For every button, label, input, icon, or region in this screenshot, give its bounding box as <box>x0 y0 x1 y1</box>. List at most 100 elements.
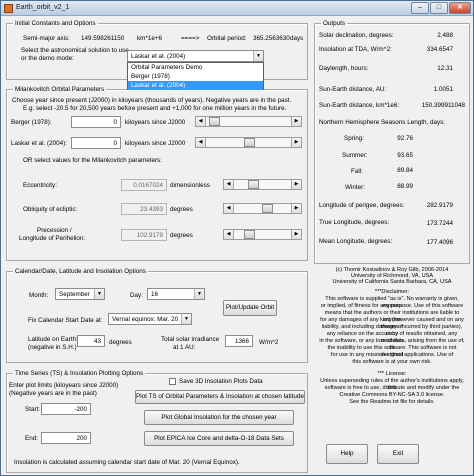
period-label: Orbital period: <box>207 35 247 42</box>
chevron-down-icon[interactable]: ▼ <box>253 51 263 61</box>
save-3d-data-label: Save 3D Insolation Plots Data <box>179 378 263 385</box>
fix-start-label: Fix Calendar Start Date at: <box>28 317 103 324</box>
spring-value: 92.76 <box>397 135 413 142</box>
close-button[interactable]: ✕ <box>449 2 471 14</box>
day-select[interactable]: 16 ▼ <box>147 288 205 300</box>
slider-thumb[interactable] <box>262 204 273 213</box>
summer-label: Summer: <box>342 152 368 159</box>
slider-thumb[interactable] <box>248 180 259 189</box>
toa-value: 334.6547 <box>426 46 453 53</box>
select-demo-label: or the demo mode: <box>21 55 74 62</box>
matlab-app-icon <box>4 4 13 13</box>
perihelion-label: Longitude of Perihelion: <box>19 235 86 242</box>
eccentricity-slider[interactable]: ◀ ▶ <box>223 179 302 190</box>
slider-thumb[interactable] <box>244 138 255 147</box>
dropdown-option-laskar[interactable]: Laskar et al. (2004) <box>128 81 263 90</box>
slider-right-arrow-icon[interactable]: ▶ <box>291 180 301 189</box>
daylength-label: Daylength, hours: <box>319 65 369 72</box>
chevron-down-icon[interactable]: ▼ <box>194 289 204 299</box>
chevron-down-icon[interactable]: ▼ <box>181 314 191 324</box>
solution-dropdown-list[interactable]: Orbital Parameters Demo Berger (1978) La… <box>127 62 264 90</box>
slider-left-arrow-icon[interactable]: ◀ <box>196 138 206 147</box>
slider-thumb[interactable] <box>209 117 220 126</box>
dropdown-option-demo[interactable]: Orbital Parameters Demo <box>128 63 263 72</box>
laskar-unit: kiloyears since J2000 <box>125 140 186 147</box>
slider-left-arrow-icon[interactable]: ◀ <box>224 180 234 189</box>
fix-start-select[interactable]: Vernal equinox: Mar. 20 ▼ <box>108 313 192 325</box>
license-line: software is free to use, distribute and … <box>324 385 460 391</box>
laskar-year-slider[interactable]: ◀ ▶ <box>195 137 302 148</box>
slider-right-arrow-icon[interactable]: ▶ <box>291 117 301 126</box>
obliquity-unit: degrees <box>170 206 193 213</box>
tsi-input[interactable]: 1366 <box>225 335 253 347</box>
latitude-label: Latitude on Earth: <box>28 336 78 343</box>
milankovitch-intro-2: E.g. select -20.5 for 20,500 years befor… <box>23 105 287 112</box>
latitude-input[interactable]: 43 <box>77 335 105 347</box>
help-button[interactable]: Help <box>326 444 368 464</box>
obliquity-label: Obliquity of ecliptic: <box>23 206 78 213</box>
obliquity-input[interactable]: 23.4393 <box>121 203 167 215</box>
sun-earth-km-label: Sun-Earth distance, km*1e6: <box>319 102 400 109</box>
mean-longitude-value: 177.4096 <box>426 239 453 246</box>
month-select-value: September <box>59 291 90 298</box>
semi-major-unit: km*1e+6 <box>137 35 163 42</box>
end-label: End: <box>25 435 38 442</box>
slider-right-arrow-icon[interactable]: ▶ <box>291 138 301 147</box>
slider-left-arrow-icon[interactable]: ◀ <box>196 117 206 126</box>
eccentricity-input[interactable]: 0.0167024 <box>121 179 167 191</box>
true-longitude-value: 173.7244 <box>426 220 453 227</box>
eccentricity-unit: dimensionless <box>170 182 210 189</box>
window-title: Earth_orbit_v2_1 <box>16 4 70 11</box>
berger-year-slider[interactable]: ◀ ▶ <box>195 116 302 127</box>
summer-value: 93.65 <box>397 152 413 159</box>
panel-title: Time Series (TS) & Insolation Plotting O… <box>13 369 146 378</box>
slider-right-arrow-icon[interactable]: ▶ <box>291 204 301 213</box>
chevron-down-icon[interactable]: ▼ <box>94 289 104 299</box>
end-input[interactable]: 200 <box>41 432 91 444</box>
semi-major-label: Semi-major axis: <box>23 35 70 42</box>
disclaimer-title: ***Disclaimer: <box>374 289 410 295</box>
save-3d-data-checkbox[interactable] <box>169 378 176 385</box>
precession-input[interactable]: 102.9179 <box>121 229 167 241</box>
latitude-unit: degrees <box>109 339 132 346</box>
plot-global-insolation-button[interactable]: Plot Global Insolation for the chosen ye… <box>144 410 294 425</box>
slider-left-arrow-icon[interactable]: ◀ <box>224 204 234 213</box>
plot-update-orbit-button[interactable]: Plot/Update Orbit <box>223 300 277 316</box>
berger-unit: kiloyears since J2000 <box>125 119 186 126</box>
day-select-value: 16 <box>151 291 159 298</box>
plot-epica-button[interactable]: Plot EPICA Ice Core and delta-O-18 Data … <box>144 431 294 446</box>
fix-start-select-value: Vernal equinox: Mar. 20 <box>112 316 179 323</box>
slider-left-arrow-icon[interactable]: ◀ <box>224 230 234 239</box>
precession-unit: degrees <box>170 232 193 239</box>
month-label: Month: <box>29 292 49 299</box>
solution-select[interactable]: Laskar et al. (2004) ▼ <box>127 50 264 62</box>
plot-ts-button[interactable]: Plot TS of Orbital Parameters & Insolati… <box>135 390 305 404</box>
spring-label: Spring: <box>344 135 364 142</box>
negative-years-hint: (Negative years are in the past) <box>9 390 97 397</box>
declination-value: 2.488 <box>437 32 453 39</box>
slider-thumb[interactable] <box>244 230 255 239</box>
mean-longitude-label: Mean Longitude, degrees: <box>319 238 393 245</box>
perigee-label: Longitude of perigee, degrees: <box>319 202 405 209</box>
tsi-sublabel: at 1 AU: <box>173 344 196 351</box>
month-select[interactable]: September ▼ <box>55 288 105 300</box>
dropdown-option-berger[interactable]: Berger (1978) <box>128 72 263 81</box>
winter-value: 88.99 <box>397 183 413 190</box>
start-input[interactable]: -200 <box>41 403 91 415</box>
minimize-button[interactable]: – <box>411 2 429 14</box>
license-line: Creative Commons BY-NC-SA 3.0 license. <box>339 392 445 398</box>
app-window: Earth_orbit_v2_1 – □ ✕ Initial Constants… <box>0 0 474 476</box>
disclaimer-line: for use in any mission-critical applicat… <box>330 352 454 358</box>
laskar-label: Laskar et al. (2004): <box>11 140 68 147</box>
maximize-button[interactable]: □ <box>430 2 448 14</box>
laskar-year-input[interactable]: 0 <box>71 137 121 149</box>
disclaimer-line: or implied, of fitness for any purpose. … <box>320 303 464 309</box>
berger-year-input[interactable]: 0 <box>71 116 121 128</box>
obliquity-slider[interactable]: ◀ ▶ <box>223 203 302 214</box>
slider-right-arrow-icon[interactable]: ▶ <box>291 230 301 239</box>
winter-label: Winter: <box>345 184 365 191</box>
perigee-value: 282.9179 <box>426 202 453 209</box>
exit-button[interactable]: Exit <box>377 444 419 464</box>
fall-label: Fall: <box>351 168 363 175</box>
precession-slider[interactable]: ◀ ▶ <box>223 229 302 240</box>
